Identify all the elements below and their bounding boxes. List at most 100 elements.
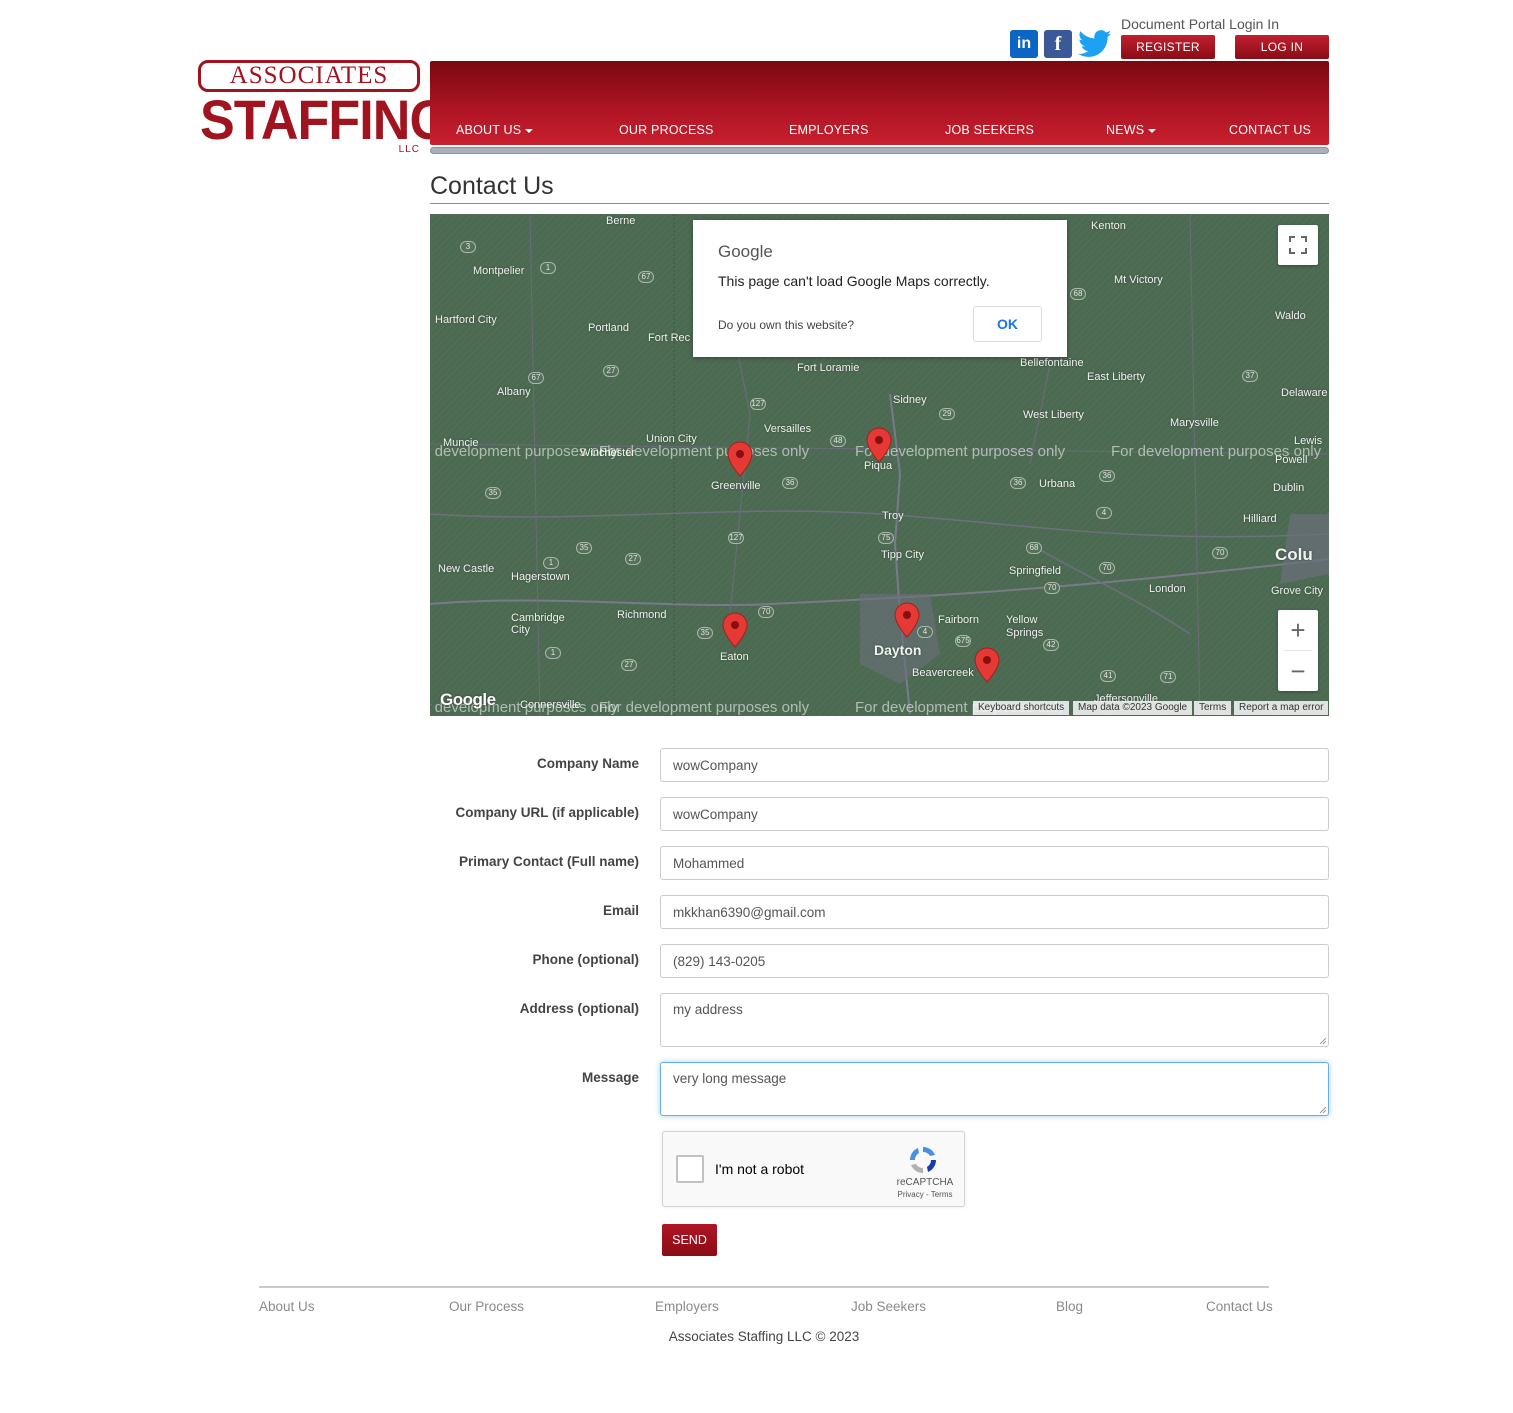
map-place-label: Grove City bbox=[1271, 585, 1323, 597]
map-place-label: Marysville bbox=[1170, 417, 1219, 429]
map-place-label: Troy bbox=[882, 510, 904, 522]
nav-item-job-seekers[interactable]: JOB SEEKERS bbox=[945, 123, 1034, 137]
ok-button[interactable]: OK bbox=[973, 306, 1042, 342]
footer-link-contact-us[interactable]: Contact Us bbox=[1206, 1299, 1273, 1314]
message-textarea[interactable]: very long message bbox=[660, 1062, 1329, 1116]
footer-link-our-process[interactable]: Our Process bbox=[449, 1299, 524, 1314]
footer-link-job-seekers[interactable]: Job Seekers bbox=[851, 1299, 926, 1314]
map-place-label: Springfield bbox=[1009, 565, 1061, 577]
zoom-control: + − bbox=[1278, 610, 1318, 691]
twitter-icon[interactable] bbox=[1078, 30, 1112, 58]
dev-watermark: For development purposes only bbox=[1111, 443, 1322, 460]
route-shield: 36 bbox=[1099, 470, 1115, 482]
logo-llc-text: LLC bbox=[398, 144, 420, 155]
route-shield: 27 bbox=[603, 365, 619, 377]
nav-label: JOB SEEKERS bbox=[945, 123, 1035, 137]
route-shield: 27 bbox=[621, 659, 637, 671]
route-shield: 67 bbox=[528, 372, 544, 384]
route-shield: 1 bbox=[543, 557, 559, 569]
facebook-icon[interactable]: f bbox=[1044, 30, 1072, 58]
route-shield: 127 bbox=[750, 398, 766, 410]
map-place-label: New Castle bbox=[438, 563, 495, 575]
email-input[interactable]: mkkhan6390@gmail.com bbox=[660, 895, 1329, 929]
input-value: wowCompany bbox=[673, 757, 758, 773]
map-place-label: Yellow Springs bbox=[1006, 614, 1044, 639]
map-place-label: West Liberty bbox=[1023, 409, 1084, 421]
input-value: (829) 143-0205 bbox=[673, 953, 766, 969]
phone-input[interactable]: (829) 143-0205 bbox=[660, 944, 1329, 978]
route-shield: 35 bbox=[485, 487, 501, 499]
nav-label: EMPLOYERS bbox=[789, 123, 869, 137]
recaptcha-brand: reCAPTCHA bbox=[896, 1177, 954, 1188]
input-value: mkkhan6390@gmail.com bbox=[673, 904, 826, 920]
nav-item-news[interactable]: NEWS bbox=[1106, 123, 1157, 137]
nav-label: NEWS bbox=[1106, 123, 1145, 137]
nav-item-contact-us[interactable]: CONTACT US bbox=[1229, 123, 1311, 137]
map-place-label: Colu bbox=[1275, 545, 1313, 564]
route-shield: 70 bbox=[758, 606, 774, 618]
map-place-label: Urbana bbox=[1039, 478, 1076, 490]
route-shield: 41 bbox=[1100, 670, 1116, 682]
send-button[interactable]: SEND bbox=[662, 1224, 717, 1256]
recaptcha-privacy-terms[interactable]: Privacy - Terms bbox=[890, 1190, 960, 1199]
route-shield: 1 bbox=[540, 262, 556, 274]
email-label: Email bbox=[602, 903, 639, 918]
route-shield: 48 bbox=[830, 435, 846, 447]
footer-link-about-us[interactable]: About Us bbox=[259, 1299, 315, 1314]
google-map[interactable]: Berne Kenton Montpelier Mt Victory Hartf… bbox=[430, 214, 1329, 716]
terms-link[interactable]: Terms bbox=[1194, 701, 1232, 715]
map-pin-icon[interactable] bbox=[727, 441, 753, 477]
report-map-error-link[interactable]: Report a map error bbox=[1234, 701, 1329, 715]
map-place-label: Portland bbox=[588, 322, 629, 334]
company-name-input[interactable]: wowCompany bbox=[660, 748, 1329, 782]
nav-item-employers[interactable]: EMPLOYERS bbox=[789, 123, 869, 137]
recaptcha-checkbox[interactable] bbox=[676, 1155, 704, 1183]
register-button[interactable]: REGISTER bbox=[1121, 35, 1215, 59]
fullscreen-icon[interactable] bbox=[1278, 225, 1318, 265]
map-place-label: Versailles bbox=[764, 423, 812, 435]
document-portal-link[interactable]: Document Portal Login In bbox=[1121, 16, 1279, 32]
map-place-label: Dayton bbox=[874, 642, 922, 658]
footer-link-blog[interactable]: Blog bbox=[1056, 1299, 1083, 1314]
zoom-in-button[interactable]: + bbox=[1278, 610, 1318, 650]
own-website-link[interactable]: Do you own this website? bbox=[718, 318, 854, 332]
nav-label: CONTACT US bbox=[1229, 123, 1312, 137]
route-shield: 70 bbox=[1044, 582, 1060, 594]
login-button[interactable]: LOG IN bbox=[1235, 35, 1329, 59]
phone-label: Phone (optional) bbox=[532, 952, 639, 967]
nav-underline-bar bbox=[430, 147, 1329, 154]
map-pin-icon[interactable] bbox=[722, 612, 748, 648]
map-place-label: Fairborn bbox=[938, 614, 979, 626]
map-pin-icon[interactable] bbox=[894, 602, 920, 638]
google-map-logo[interactable]: Google bbox=[440, 690, 496, 710]
nav-item-our-process[interactable]: OUR PROCESS bbox=[619, 123, 714, 137]
input-value: my address bbox=[673, 1002, 743, 1017]
resize-grip-icon[interactable] bbox=[1318, 1105, 1326, 1113]
map-pin-icon[interactable] bbox=[866, 427, 892, 463]
associates-staffing-logo[interactable]: ASSOCIATES STAFFING LLC bbox=[198, 60, 450, 156]
primary-contact-input[interactable]: Mohammed bbox=[660, 846, 1329, 880]
route-shield: 36 bbox=[1010, 477, 1026, 489]
footer-link-employers[interactable]: Employers bbox=[655, 1299, 719, 1314]
map-place-label: Fort Loramie bbox=[797, 362, 860, 374]
zoom-out-button[interactable]: − bbox=[1278, 651, 1318, 691]
recaptcha-logo-icon bbox=[910, 1147, 936, 1173]
caret-down-icon bbox=[525, 128, 534, 133]
map-pin-icon[interactable] bbox=[974, 647, 1000, 683]
map-place-label: Montpelier bbox=[473, 265, 525, 277]
linkedin-icon[interactable]: in bbox=[1010, 30, 1038, 58]
address-textarea[interactable]: my address bbox=[660, 993, 1329, 1047]
map-place-label: Kenton bbox=[1091, 220, 1126, 232]
resize-grip-icon[interactable] bbox=[1318, 1036, 1326, 1044]
nav-item-about-us[interactable]: ABOUT US bbox=[456, 123, 534, 137]
route-shield: 29 bbox=[939, 408, 955, 420]
keyboard-shortcuts-link[interactable]: Keyboard shortcuts bbox=[973, 701, 1070, 715]
google-logo: Google bbox=[718, 242, 773, 261]
map-place-label: Albany bbox=[497, 386, 531, 398]
primary-contact-label: Primary Contact (Full name) bbox=[458, 854, 639, 869]
map-place-label: Greenville bbox=[711, 480, 761, 492]
company-url-input[interactable]: wowCompany bbox=[660, 797, 1329, 831]
map-place-label: Mt Victory bbox=[1114, 274, 1163, 286]
dev-watermark: For development purposes only bbox=[430, 443, 619, 460]
map-data-attribution: Map data ©2023 Google bbox=[1073, 701, 1193, 715]
